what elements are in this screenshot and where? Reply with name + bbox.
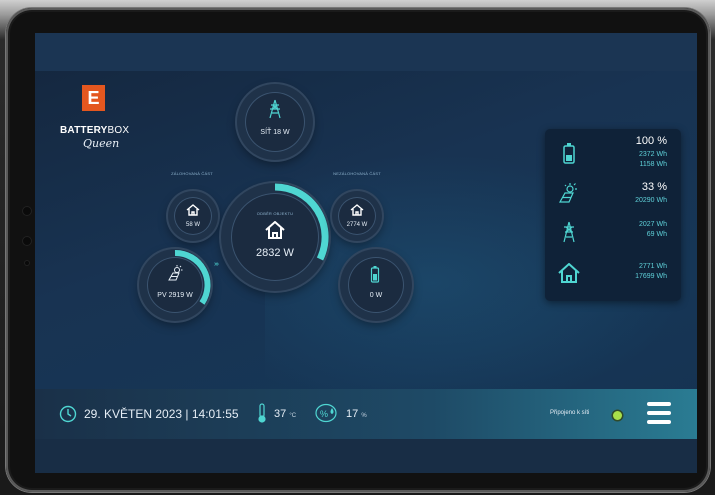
side-button xyxy=(22,236,32,246)
grid-node[interactable] xyxy=(237,84,313,160)
humidity-value: 17 xyxy=(346,408,359,420)
menu-icon-line xyxy=(647,411,671,415)
temperature-unit: °C xyxy=(289,413,297,419)
svg-text:%: % xyxy=(320,409,328,419)
grid-label: SÍŤ 18 W xyxy=(260,129,290,136)
pv-progress-arc xyxy=(174,249,211,305)
battery-label: 0 W xyxy=(369,292,383,299)
grid-wh-2: 69 Wh xyxy=(646,231,667,238)
battery-icon xyxy=(563,143,575,164)
pylon-icon xyxy=(269,99,281,119)
logo-letter: E xyxy=(87,88,100,108)
humidity: 17 % xyxy=(346,408,367,420)
datetime-text: 29. KVĚTEN 2023 | 14:01:55 xyxy=(84,407,239,421)
non-backup-node[interactable] xyxy=(332,191,382,241)
clock-icon xyxy=(59,405,77,423)
humidity-unit: % xyxy=(361,413,367,419)
battery-wh-1: 2372 Wh xyxy=(638,151,667,158)
brand-name-thin: BOX xyxy=(107,125,130,136)
battery-wh-2: 1158 Wh xyxy=(639,161,668,168)
flow-arrows-icon: ››› xyxy=(214,261,219,268)
non-backup-caption: NEZÁLOHOVANÁ ČÁST xyxy=(333,171,381,176)
battery-node[interactable] xyxy=(340,249,412,321)
house-caption: ODBĚR OBJEKTU xyxy=(256,211,294,216)
connection-label: Připojeno k síti xyxy=(550,410,590,416)
home-wh-1: 2771 Wh xyxy=(638,263,667,270)
side-sensor xyxy=(24,260,30,266)
house-icon xyxy=(186,204,200,216)
battery-icon xyxy=(370,266,380,283)
brand-name-bold: BATTERY xyxy=(60,125,108,136)
brand-name: BATTERYBOX xyxy=(60,125,129,136)
stats-panel: 100 % 2372 Wh 1158 Wh 33 % 20290 Wh 2027… xyxy=(545,129,681,301)
app-screen: E BATTERYBOX Queen SÍŤ 18 W ZÁLOHOVANÁ Č… xyxy=(35,33,697,473)
house-label: 2832 W xyxy=(256,247,294,259)
home-wh-2: 17699 Wh xyxy=(635,273,667,280)
menu-icon-line xyxy=(647,402,671,406)
pylon-icon xyxy=(563,221,575,243)
solar-panel-icon xyxy=(168,265,183,281)
grid-wh-1: 2027 Wh xyxy=(638,221,667,228)
brand-subtitle: Queen xyxy=(83,137,120,150)
top-bar xyxy=(35,33,697,71)
connection-status-dot xyxy=(613,411,622,420)
house-icon xyxy=(265,221,285,239)
backup-label: 58 W xyxy=(185,222,200,228)
backup-node[interactable] xyxy=(168,191,218,241)
temperature: 37 °C xyxy=(274,408,296,420)
temperature-value: 37 xyxy=(274,408,287,420)
brand-logo: E xyxy=(82,85,105,111)
pv-label: PV 2919 W xyxy=(157,292,193,299)
humidity-icon: % xyxy=(315,403,337,423)
bottom-strip xyxy=(35,439,697,473)
thermometer-icon xyxy=(258,403,266,423)
house-icon xyxy=(350,204,364,216)
non-backup-label: 2774 W xyxy=(346,222,368,228)
side-button xyxy=(22,206,32,216)
battery-percent: 100 % xyxy=(635,135,667,147)
backup-caption: ZÁLOHOVANÁ ČÁST xyxy=(171,171,213,176)
menu-icon-line xyxy=(647,420,671,424)
solar-wh: 20290 Wh xyxy=(635,197,667,204)
house-icon xyxy=(558,263,580,283)
solar-percent: 33 % xyxy=(641,181,667,193)
solar-panel-icon xyxy=(558,183,577,203)
